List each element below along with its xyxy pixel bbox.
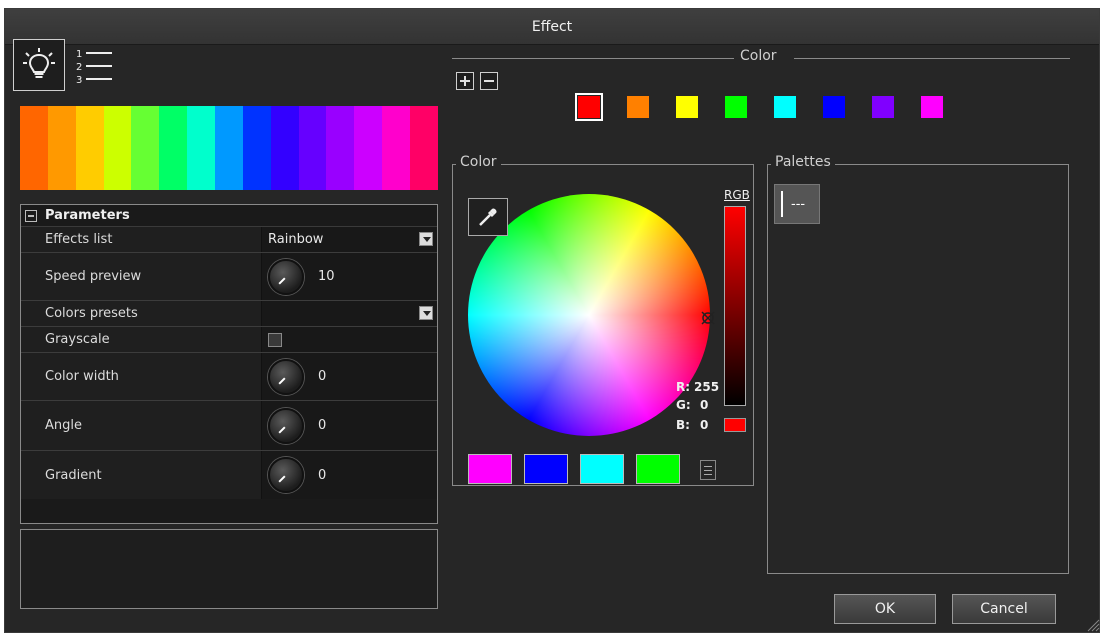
ok-button[interactable]: OK xyxy=(834,594,936,624)
recent-color-swatch[interactable] xyxy=(468,454,512,484)
recent-color-swatch[interactable] xyxy=(580,454,624,484)
description-area xyxy=(20,529,438,609)
spectrum-band xyxy=(215,106,243,190)
current-color-swatch xyxy=(724,418,746,432)
collapse-icon[interactable] xyxy=(25,209,37,222)
color-swatch[interactable] xyxy=(627,96,649,118)
spectrum-band xyxy=(242,106,271,190)
spectrum-band xyxy=(270,106,299,190)
color-width-value: 0 xyxy=(318,369,327,384)
param-row-color-width: Color width 0 xyxy=(21,353,437,401)
effect-preview-spectrum xyxy=(20,106,438,190)
param-label: Angle xyxy=(21,401,262,450)
green-value: 0 xyxy=(700,398,709,412)
param-row-grayscale: Grayscale xyxy=(21,327,437,353)
gradient-knob[interactable] xyxy=(268,457,304,493)
remove-color-button[interactable] xyxy=(480,72,498,90)
spectrum-band xyxy=(298,106,327,190)
blue-label: B: xyxy=(676,418,690,432)
cancel-button[interactable]: Cancel xyxy=(952,594,1056,624)
list-number-1: 1 xyxy=(76,49,82,60)
effects-list-value: Rainbow xyxy=(268,232,324,247)
numbered-list-icon[interactable]: 1 2 3 xyxy=(72,44,116,88)
red-label: R: xyxy=(676,380,691,394)
param-label: Grayscale xyxy=(21,327,262,352)
param-label: Colors presets xyxy=(21,301,262,326)
spectrum-band xyxy=(326,106,355,190)
spectrum-band xyxy=(354,106,383,190)
grayscale-checkbox[interactable] xyxy=(268,332,282,347)
spectrum-band xyxy=(131,106,160,190)
green-label: G: xyxy=(676,398,691,412)
recent-color-swatch[interactable] xyxy=(524,454,568,484)
speed-preview-knob[interactable] xyxy=(268,258,304,295)
param-row-gradient: Gradient 0 xyxy=(21,451,437,499)
param-row-colors-presets: Colors presets xyxy=(21,301,437,327)
spectrum-band xyxy=(103,106,132,190)
rgb-mode-label[interactable]: RGB xyxy=(724,188,750,202)
param-label: Speed preview xyxy=(21,253,262,300)
palettes-box xyxy=(767,164,1069,574)
window-title: Effect xyxy=(5,9,1099,45)
palette-item-label: --- xyxy=(791,196,806,212)
color-swatch[interactable] xyxy=(725,96,747,118)
palette-menu-icon[interactable] xyxy=(700,460,716,480)
colors-presets-dropdown[interactable] xyxy=(262,301,437,326)
speed-preview-control: 10 xyxy=(262,253,437,300)
angle-control: 0 xyxy=(262,401,437,450)
blue-value: 0 xyxy=(700,418,709,432)
effects-list-dropdown[interactable]: Rainbow xyxy=(262,227,437,252)
divider xyxy=(794,58,1070,59)
spectrum-band xyxy=(187,106,216,190)
wheel-cursor-icon xyxy=(701,311,715,325)
param-label: Color width xyxy=(21,353,262,400)
angle-value: 0 xyxy=(318,418,327,433)
gradient-value: 0 xyxy=(318,467,327,483)
parameters-header[interactable]: Parameters xyxy=(21,205,437,227)
color-section-title: Color xyxy=(736,48,781,64)
add-color-button[interactable] xyxy=(456,72,474,90)
param-label: Gradient xyxy=(21,451,262,499)
speed-preview-value: 10 xyxy=(318,269,335,284)
color-swatch[interactable] xyxy=(872,96,894,118)
divider xyxy=(452,58,734,59)
light-bulb-icon[interactable] xyxy=(13,39,65,91)
gradient-control: 0 xyxy=(262,451,437,499)
color-box-title: Color xyxy=(456,154,501,170)
recent-color-swatch[interactable] xyxy=(636,454,680,484)
parameters-title: Parameters xyxy=(45,207,130,223)
spectrum-band xyxy=(382,106,411,190)
angle-knob[interactable] xyxy=(268,407,304,444)
color-swatch[interactable] xyxy=(921,96,943,118)
resize-grip-icon[interactable] xyxy=(1086,618,1100,632)
param-row-speed-preview: Speed preview 10 xyxy=(21,253,437,301)
param-row-angle: Angle 0 xyxy=(21,401,437,451)
grayscale-control xyxy=(262,327,437,352)
spectrum-band xyxy=(75,106,104,190)
list-number-2: 2 xyxy=(76,62,82,73)
list-number-3: 3 xyxy=(76,75,82,86)
palettes-title: Palettes xyxy=(771,154,835,170)
spectrum-band xyxy=(47,106,76,190)
palette-item[interactable]: --- xyxy=(774,184,820,224)
spectrum-band xyxy=(410,106,438,190)
color-swatch[interactable] xyxy=(676,96,698,118)
palette-item-marker xyxy=(781,191,783,217)
spectrum-band xyxy=(159,106,188,190)
param-label: Effects list xyxy=(21,227,262,252)
color-swatch[interactable] xyxy=(575,93,603,121)
color-swatch[interactable] xyxy=(774,96,796,118)
spectrum-band xyxy=(20,106,48,190)
param-row-effects-list: Effects list Rainbow xyxy=(21,227,437,253)
color-swatch[interactable] xyxy=(823,96,845,118)
dropdown-arrow-icon[interactable] xyxy=(419,232,433,246)
color-width-control: 0 xyxy=(262,353,437,400)
parameters-panel: Parameters Effects list Rainbow Speed pr… xyxy=(20,204,438,524)
brightness-slider[interactable] xyxy=(724,206,746,406)
red-value: 255 xyxy=(694,380,720,394)
dropdown-arrow-icon[interactable] xyxy=(419,306,433,320)
color-width-knob[interactable] xyxy=(268,358,304,395)
eyedropper-icon[interactable] xyxy=(468,198,508,236)
